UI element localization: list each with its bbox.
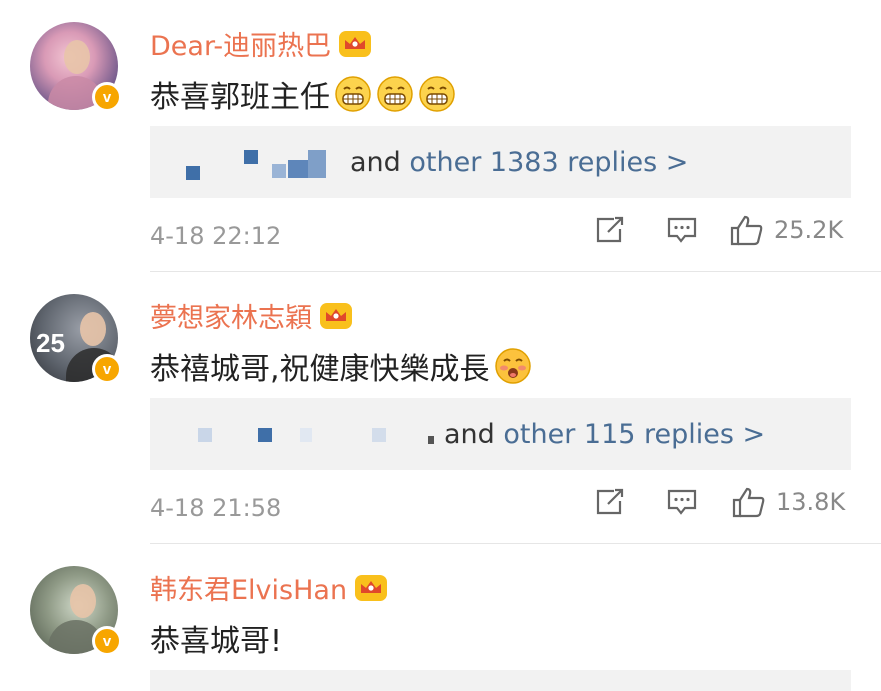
comment-button[interactable] — [662, 487, 702, 517]
comment-item: v Dear-迪丽热巴 恭喜郭班主任 and other 1383 replie… — [0, 0, 881, 272]
repost-button[interactable] — [590, 215, 630, 245]
comment-actions: 13.8K — [590, 486, 845, 518]
like-button[interactable]: 25.2K — [730, 214, 843, 246]
grin-emoji-icon — [419, 76, 455, 112]
comment-actions: 25.2K — [590, 214, 843, 246]
repost-icon — [596, 488, 624, 515]
replies-preview[interactable]: and other 1383 replies > — [150, 126, 851, 198]
reply-summary[interactable]: and other 115 replies > — [444, 419, 765, 450]
blurred-replier-names — [150, 126, 350, 198]
comment-item: v 韩东君ElvisHan 恭喜城哥! — [0, 544, 881, 691]
avatar[interactable]: v — [30, 566, 122, 656]
replies-preview[interactable]: and other 115 replies > — [150, 398, 851, 470]
comment-icon — [667, 217, 697, 243]
comment-timestamp: 4-18 21:58 — [150, 494, 282, 522]
comment-item: 25 v 夢想家林志穎 恭禧城哥,祝健康快樂成長 and other 115 r… — [0, 272, 881, 544]
replies-preview[interactable] — [150, 670, 851, 691]
verified-badge-icon: v — [92, 626, 122, 656]
comment-text: 恭喜郭班主任 — [150, 72, 456, 116]
username[interactable]: 韩东君ElvisHan — [150, 568, 389, 607]
comment-text: 恭禧城哥,祝健康快樂成長 — [150, 344, 532, 388]
repost-button[interactable] — [590, 487, 630, 517]
username[interactable]: Dear-迪丽热巴 — [150, 24, 373, 63]
comment-timestamp: 4-18 22:12 — [150, 222, 282, 250]
repost-icon — [596, 216, 624, 243]
comment-button[interactable] — [662, 215, 702, 245]
grin-emoji-icon — [377, 76, 413, 112]
thumbs-up-icon — [730, 215, 763, 246]
verified-badge-icon: v — [92, 82, 122, 112]
like-count: 13.8K — [776, 488, 846, 516]
grin-emoji-icon — [335, 76, 371, 112]
comment-icon — [667, 489, 697, 515]
avatar[interactable]: v — [30, 22, 122, 112]
thumbs-up-icon — [732, 487, 765, 518]
blurred-replier-names — [150, 398, 444, 470]
crown-icon — [339, 30, 372, 57]
username[interactable]: 夢想家林志穎 — [150, 296, 354, 335]
crown-icon — [355, 574, 388, 601]
comment-text: 恭喜城哥! — [150, 624, 283, 659]
more-replies-link[interactable]: other 1383 replies > — [409, 147, 688, 178]
verified-badge-icon: v — [92, 354, 122, 384]
more-replies-link[interactable]: other 115 replies > — [503, 419, 765, 450]
reply-summary[interactable]: and other 1383 replies > — [350, 147, 688, 178]
avatar[interactable]: 25 v — [30, 294, 122, 384]
like-button[interactable]: 13.8K — [732, 486, 845, 518]
crown-icon — [320, 302, 352, 329]
like-count: 25.2K — [774, 216, 844, 244]
blush-emoji-icon — [494, 348, 531, 384]
